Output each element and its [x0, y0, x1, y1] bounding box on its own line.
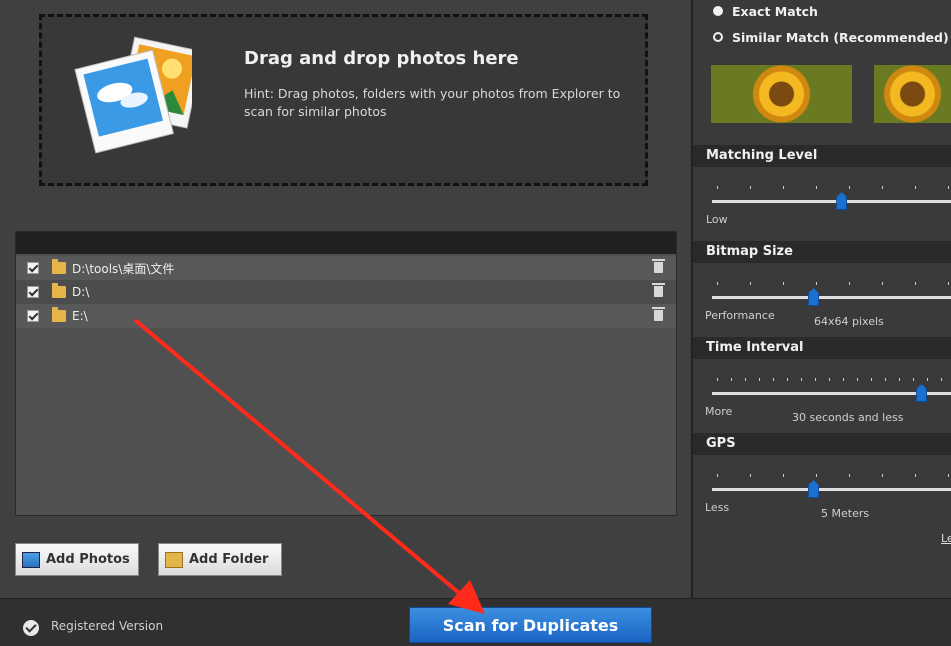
- gps-value: 5 Meters: [821, 507, 870, 520]
- time-interval-header: Time Interval: [693, 337, 951, 359]
- slider-tick: [915, 186, 916, 189]
- folder-row[interactable]: D:\: [16, 280, 676, 304]
- folder-checkbox[interactable]: [27, 286, 39, 298]
- slider-tick: [773, 378, 774, 381]
- slider-tick: [857, 378, 858, 381]
- photos-icon: [62, 31, 204, 154]
- slider-tick: [941, 378, 942, 381]
- folder-list-header: [16, 232, 676, 254]
- slider-tick: [783, 186, 784, 189]
- folder-icon: [52, 307, 66, 322]
- slider-tick: [882, 474, 883, 477]
- slider-tick: [882, 282, 883, 285]
- bitmap-size-header: Bitmap Size: [693, 241, 951, 263]
- matching-level-header: Matching Level: [693, 145, 951, 167]
- slider-tick: [882, 186, 883, 189]
- trash-icon[interactable]: [652, 283, 665, 297]
- folder-checkbox[interactable]: [27, 310, 39, 322]
- image-icon: [22, 551, 40, 568]
- drop-zone-hint: Hint: Drag photos, folders with your pho…: [244, 86, 621, 119]
- slider-tick: [849, 282, 850, 285]
- slider-tick: [899, 378, 900, 381]
- matching-level-low-label: Low: [706, 213, 728, 226]
- similar-match-label: Similar Match (Recommended): [732, 30, 949, 45]
- folder-path: D:\tools\桌面\文件: [72, 261, 175, 276]
- slider-tick: [717, 378, 718, 381]
- folder-checkbox[interactable]: [27, 262, 39, 274]
- add-folder-label: Add Folder: [189, 552, 269, 567]
- slider-tick: [871, 378, 872, 381]
- add-folder-button[interactable]: Add Folder: [158, 543, 282, 576]
- slider-tick: [915, 282, 916, 285]
- slider-tick: [750, 282, 751, 285]
- bitmap-size-value: 64x64 pixels: [814, 315, 884, 328]
- slider-track: [712, 488, 951, 491]
- slider-tick: [849, 186, 850, 189]
- bitmap-size-low-label: Performance: [705, 309, 775, 322]
- slider-tick: [948, 186, 949, 189]
- folder-add-icon: [165, 551, 183, 568]
- add-photos-button[interactable]: Add Photos: [15, 543, 139, 576]
- slider-tick: [816, 282, 817, 285]
- slider-tick: [815, 378, 816, 381]
- slider-tick: [759, 378, 760, 381]
- folder-icon: [52, 259, 66, 274]
- slider-tick: [948, 282, 949, 285]
- slider-tick: [829, 378, 830, 381]
- folder-row[interactable]: D:\tools\桌面\文件: [16, 256, 676, 280]
- folder-row[interactable]: E:\: [16, 304, 676, 328]
- folder-list: D:\tools\桌面\文件 D:\ E:\: [15, 231, 677, 516]
- example-thumbnail-exact: [711, 65, 852, 123]
- slider-tick: [843, 378, 844, 381]
- exact-match-radio[interactable]: [713, 6, 723, 16]
- folder-path: E:\: [72, 309, 88, 323]
- slider-tick: [816, 186, 817, 189]
- folder-path: D:\: [72, 285, 90, 299]
- slider-tick: [717, 282, 718, 285]
- registered-version-label: Registered Version: [51, 619, 164, 633]
- slider-tick: [717, 474, 718, 477]
- registered-check-icon: [23, 620, 39, 636]
- slider-tick: [913, 378, 914, 381]
- slider-track: [712, 296, 951, 299]
- drop-zone[interactable]: Drag and drop photos here Hint: Drag pho…: [39, 14, 648, 186]
- slider-tick: [915, 474, 916, 477]
- slider-tick: [783, 474, 784, 477]
- partial-link[interactable]: Le: [941, 532, 951, 545]
- slider-tick: [801, 378, 802, 381]
- slider-tick: [948, 474, 949, 477]
- slider-tick: [816, 474, 817, 477]
- similar-match-radio[interactable]: [713, 32, 723, 42]
- slider-tick: [745, 378, 746, 381]
- slider-tick: [717, 186, 718, 189]
- add-photos-label: Add Photos: [46, 552, 130, 567]
- slider-tick: [885, 378, 886, 381]
- exact-match-label: Exact Match: [732, 4, 818, 19]
- folder-icon: [52, 283, 66, 298]
- slider-tick: [750, 474, 751, 477]
- drop-zone-title: Drag and drop photos here: [244, 48, 519, 69]
- example-thumbnail-similar: [874, 65, 951, 123]
- slider-tick: [849, 474, 850, 477]
- slider-tick: [750, 186, 751, 189]
- trash-icon[interactable]: [652, 307, 665, 321]
- slider-tick: [783, 282, 784, 285]
- gps-header: GPS: [693, 433, 951, 455]
- time-interval-low-label: More: [705, 405, 733, 418]
- slider-track: [712, 392, 951, 395]
- time-interval-value: 30 seconds and less: [792, 411, 904, 424]
- slider-tick: [927, 378, 928, 381]
- slider-tick: [787, 378, 788, 381]
- trash-icon[interactable]: [652, 259, 665, 273]
- slider-tick: [731, 378, 732, 381]
- gps-low-label: Less: [705, 501, 730, 514]
- slider-track: [712, 200, 951, 203]
- scan-for-duplicates-button[interactable]: Scan for Duplicates: [409, 607, 652, 643]
